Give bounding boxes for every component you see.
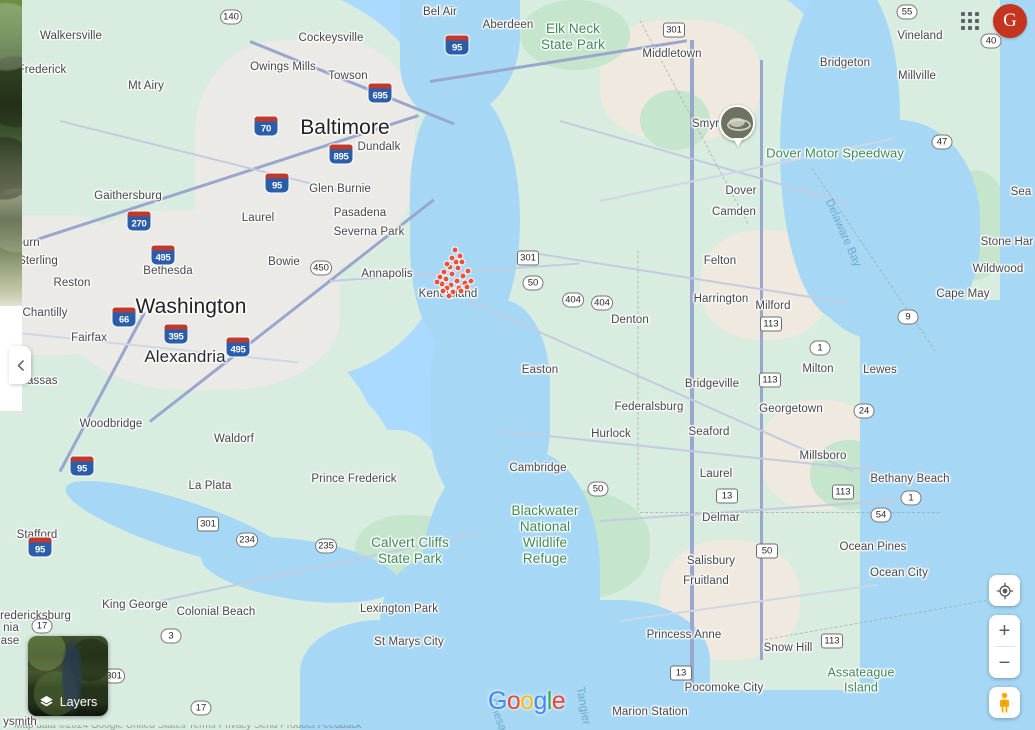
side-panel-photo-strip[interactable] xyxy=(0,0,22,306)
pegman-icon xyxy=(999,692,1010,713)
incident-dot xyxy=(448,270,456,278)
avatar[interactable]: G xyxy=(993,4,1027,38)
incident-dot xyxy=(464,267,472,275)
map-controls: + − xyxy=(989,575,1020,718)
zoom-in-glyph: + xyxy=(998,619,1011,642)
incident-dot xyxy=(451,246,459,254)
google-logo-letter-5: e xyxy=(551,687,566,715)
chevron-left-icon xyxy=(17,359,24,371)
incident-dot xyxy=(467,277,475,285)
layers-label: Layers xyxy=(59,694,98,709)
google-maps-app: Baltimore Washington Alexandria Walkersvill… xyxy=(0,0,1035,730)
speedway-photo-pin-icon xyxy=(719,105,755,141)
google-logo-letter-1: o xyxy=(506,687,521,715)
collapse-side-panel-button[interactable] xyxy=(9,346,31,384)
my-location-box xyxy=(989,575,1020,606)
map-attribution: Map data ©2024 Google United States Term… xyxy=(0,725,1035,730)
incident-dot xyxy=(458,258,466,266)
layers-stack-icon xyxy=(39,695,53,707)
account-cluster: G xyxy=(957,4,1027,38)
google-logo: Google xyxy=(488,687,566,716)
my-location-icon xyxy=(996,582,1013,599)
layers-button[interactable]: Layers xyxy=(28,636,108,716)
zoom-controls: + − xyxy=(989,615,1020,678)
apps-grid-icon[interactable] xyxy=(957,8,983,34)
zoom-out-glyph: − xyxy=(998,651,1011,674)
incident-dot xyxy=(448,254,456,262)
incident-dot xyxy=(433,278,441,286)
pin-tail xyxy=(733,138,743,147)
google-logo-letter-3: g xyxy=(533,687,547,715)
pegman-street-view-button[interactable] xyxy=(989,687,1020,718)
zoom-out-button[interactable]: − xyxy=(989,647,1020,678)
google-logo-letter-0: G xyxy=(488,687,507,715)
incident-dot xyxy=(454,264,462,272)
poi-marker-dover-motor-speedway[interactable] xyxy=(719,105,757,151)
incident-dot xyxy=(453,277,461,285)
zoom-in-button[interactable]: + xyxy=(989,615,1020,646)
incident-dot xyxy=(445,292,453,300)
google-logo-letter-2: o xyxy=(520,687,534,715)
attribution-text: Map data ©2024 Google United States Term… xyxy=(14,725,361,730)
incident-dot xyxy=(443,260,451,268)
map-canvas[interactable]: Baltimore Washington Alexandria Walkersvill… xyxy=(0,0,1035,730)
my-location-button[interactable] xyxy=(989,575,1020,606)
incident-dot xyxy=(463,283,471,291)
